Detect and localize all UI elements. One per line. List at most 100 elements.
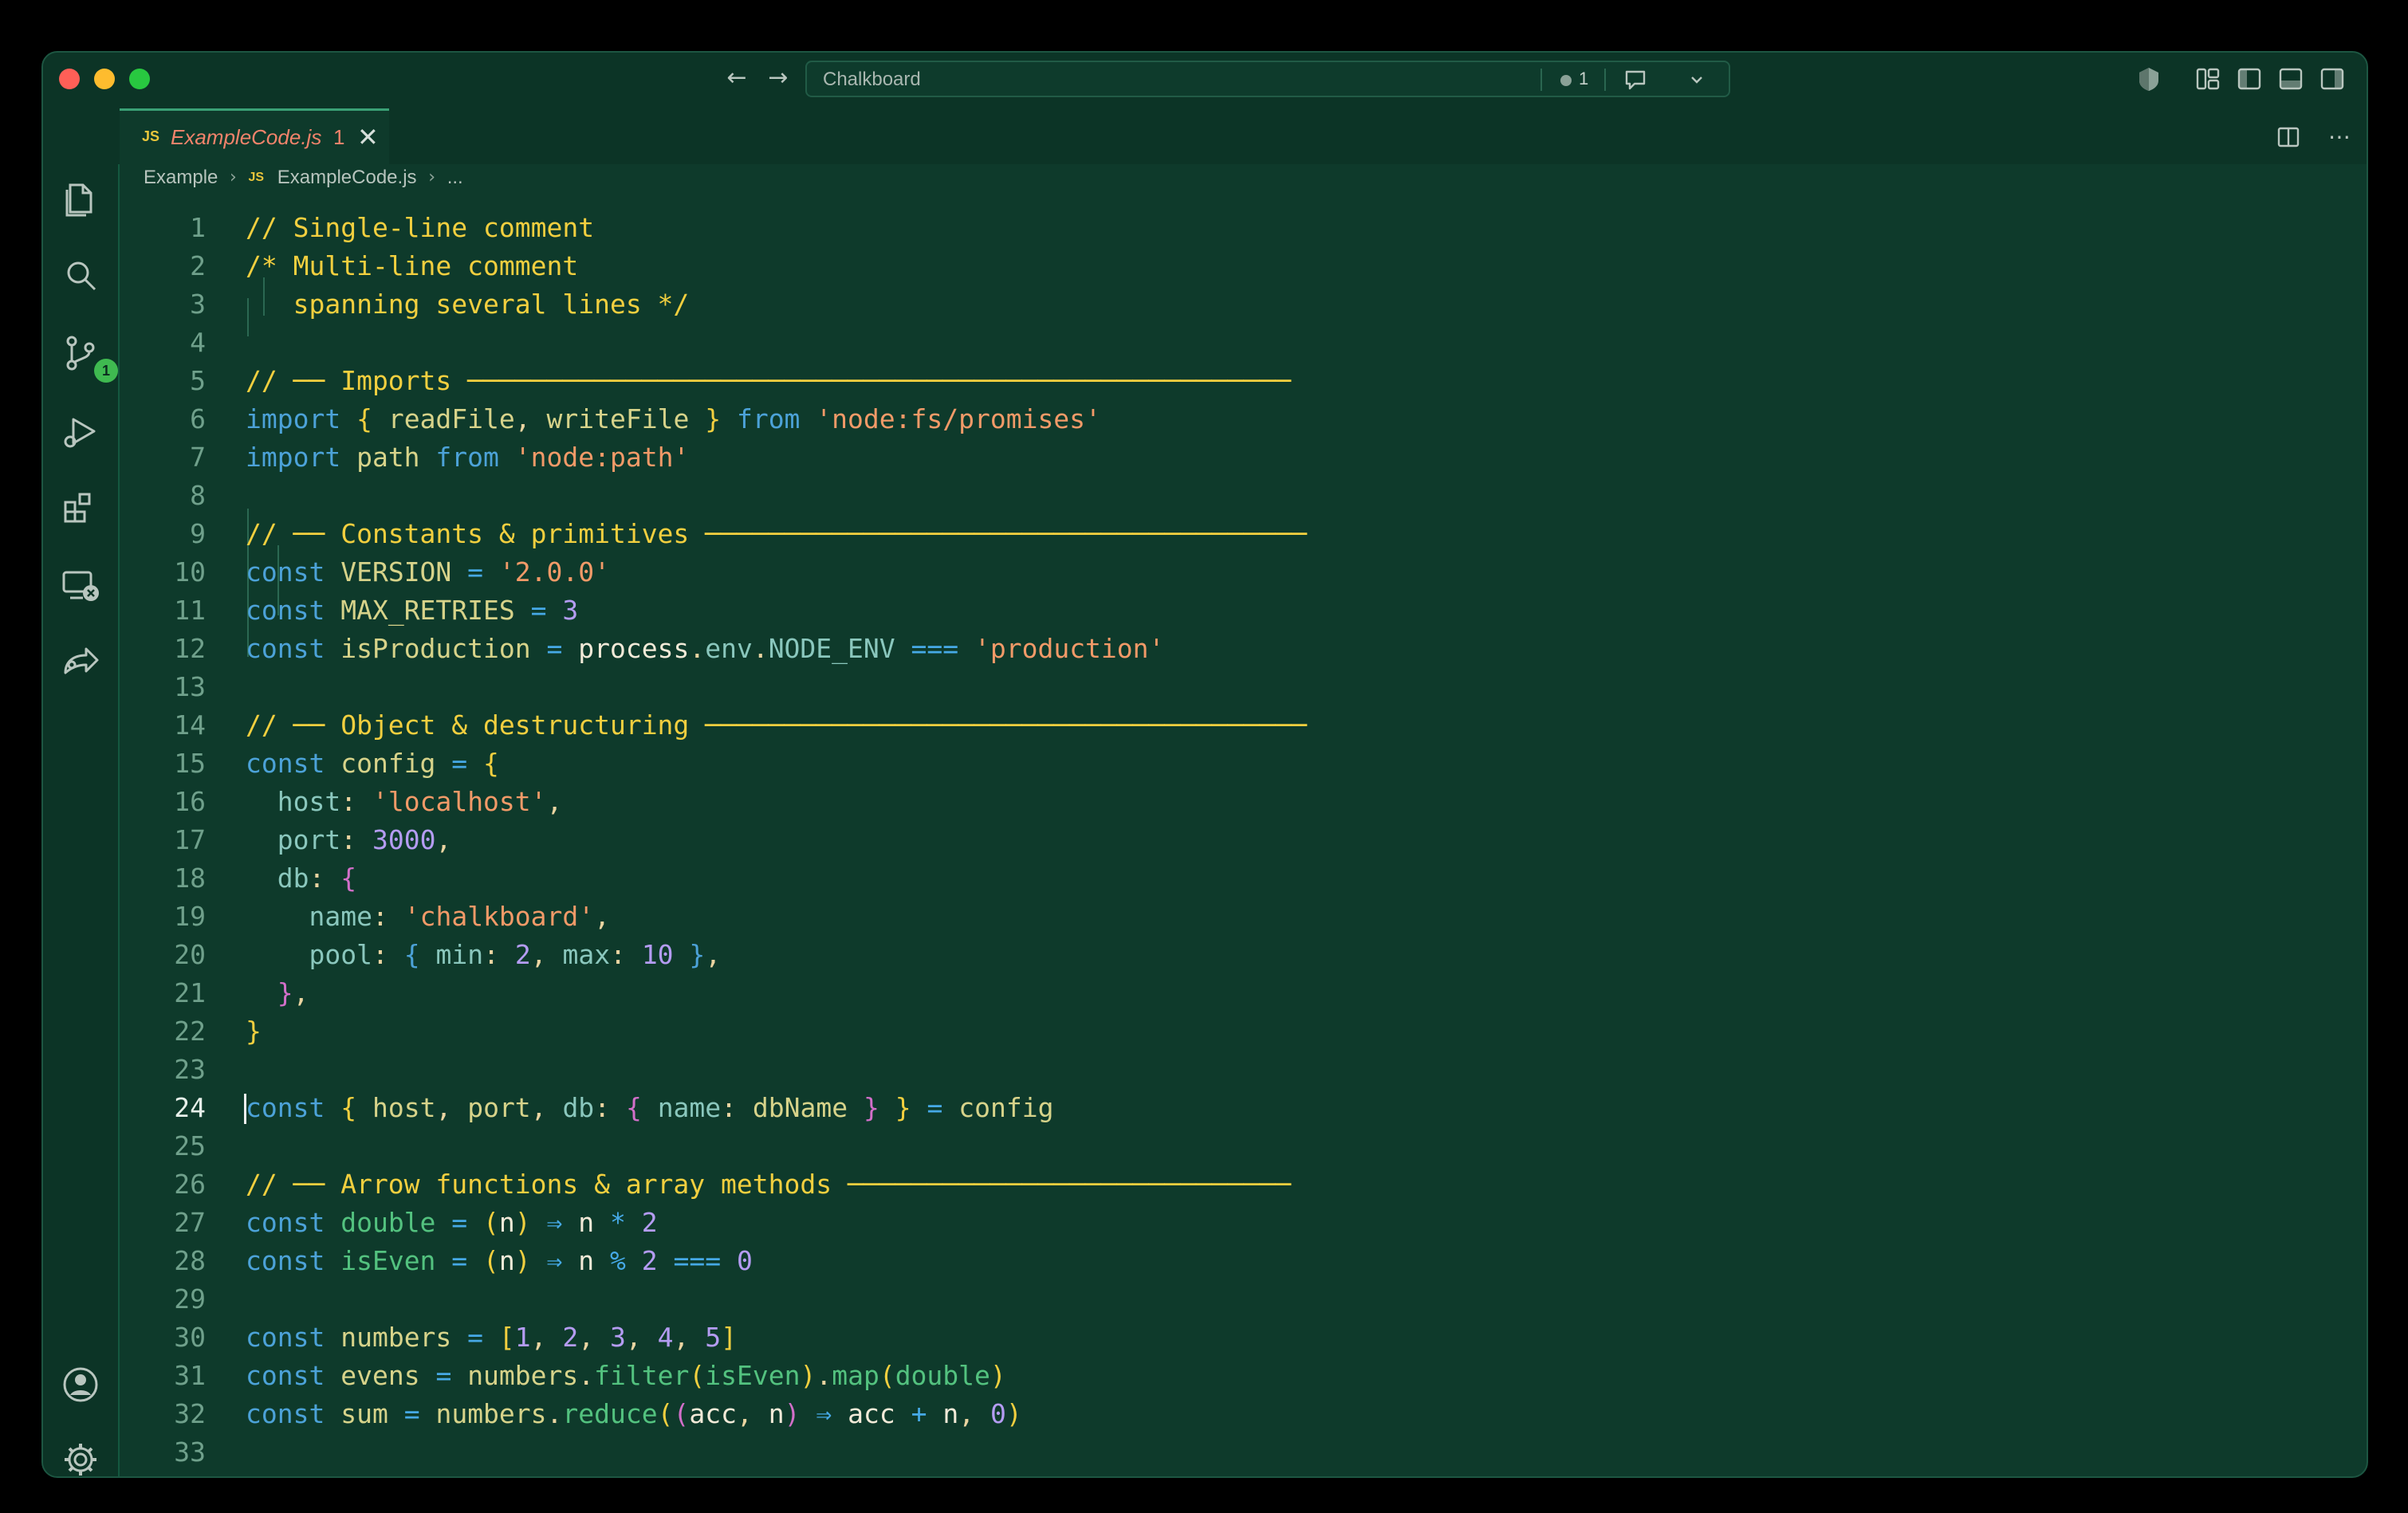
line-number: 22 — [174, 1016, 206, 1047]
code-text: import { readFile, writeFile } from 'nod… — [246, 400, 1101, 438]
code-token: acc — [689, 1398, 737, 1429]
live-share-icon[interactable] — [59, 641, 102, 684]
forward-arrow-icon[interactable]: → — [764, 64, 793, 92]
toggle-primary-sidebar-icon[interactable] — [2236, 65, 2263, 92]
code-token: sum — [340, 1398, 404, 1429]
code-token: const — [246, 556, 341, 588]
code-line[interactable]: 10 const VERSION = '2.0.0' — [120, 553, 2367, 591]
code-token: + — [911, 1398, 943, 1429]
code-text: } — [246, 1012, 262, 1051]
code-token: acc — [848, 1398, 911, 1429]
accounts-shield-icon[interactable] — [2135, 65, 2162, 92]
command-center[interactable]: Chalkboard 1 — [805, 61, 1730, 97]
code-token: host — [372, 1092, 436, 1123]
minimize-window-button[interactable] — [94, 69, 115, 89]
customize-layout-icon[interactable] — [2194, 65, 2221, 92]
breadcrumb-more[interactable]: ... — [447, 167, 463, 189]
line-number: 20 — [174, 939, 206, 970]
code-line[interactable]: 2 /* Multi-line comment — [120, 247, 2367, 285]
code-line[interactable]: 22} — [120, 1012, 2367, 1051]
breadcrumb-file[interactable]: ExampleCode.js — [277, 167, 417, 189]
code-token: = — [927, 1092, 959, 1123]
settings-icon[interactable] — [59, 1438, 102, 1476]
close-icon[interactable]: ✕ — [357, 122, 379, 152]
code-line[interactable]: 8 — [120, 477, 2367, 515]
code-line[interactable]: 1 // Single-line comment — [120, 209, 2367, 247]
code-token: } — [277, 977, 293, 1008]
code-line[interactable]: 28 const isEven = (n) ⇒ n % 2 === 0 — [120, 1242, 2367, 1280]
maximize-window-button[interactable] — [129, 69, 150, 89]
code-editor[interactable]: 1 // Single-line comment 2 /* Multi-line co… — [120, 201, 2367, 1476]
code-line[interactable]: 29 — [120, 1280, 2367, 1318]
code-token: % — [610, 1245, 642, 1276]
code-line[interactable]: 34 // ── Template literals ──────────────… — [120, 1472, 2367, 1476]
toggle-panel-icon[interactable] — [2277, 65, 2304, 92]
code-token: numbers — [340, 1322, 468, 1353]
tab-examplecode-js[interactable]: JS ExampleCode.js 1 ✕ — [120, 108, 389, 166]
line-number: 27 — [174, 1207, 206, 1238]
code-line[interactable]: 14 // ── Object & destructuring ─────────… — [120, 706, 2367, 745]
code-line[interactable]: 31 const evens = numbers.filter(isEven).m… — [120, 1357, 2367, 1395]
code-token: path — [356, 442, 436, 473]
explorer-icon[interactable] — [59, 177, 102, 220]
code-token: import — [246, 442, 357, 473]
code-line[interactable]: 21 }, — [120, 974, 2367, 1012]
accounts-icon[interactable] — [59, 1363, 102, 1406]
code-line[interactable]: 25 — [120, 1127, 2367, 1165]
code-line[interactable]: 13 — [120, 668, 2367, 706]
copilot-chat-icon[interactable] — [1623, 69, 1649, 92]
code-token: , — [435, 824, 452, 855]
line-number: 5 — [190, 365, 206, 396]
code-line[interactable]: 23 — [120, 1051, 2367, 1089]
code-line[interactable]: 16 host: 'localhost', — [120, 783, 2367, 821]
code-line[interactable]: 3 spanning several lines */ — [120, 285, 2367, 324]
code-line[interactable]: 24 const { host, port, db: { name: dbName… — [120, 1089, 2367, 1127]
code-line[interactable]: 27 const double = (n) ⇒ n * 2 — [120, 1204, 2367, 1242]
code-token: , — [530, 1092, 563, 1123]
code-line[interactable]: 12 const isProduction = process.env.NODE_… — [120, 630, 2367, 668]
code-token: . — [752, 633, 769, 664]
code-line[interactable]: 26 // ── Arrow functions & array methods … — [120, 1165, 2367, 1204]
code-token: : — [483, 939, 515, 970]
code-token: max — [562, 939, 611, 970]
back-arrow-icon[interactable]: ← — [722, 64, 751, 92]
code-text: db: { — [246, 859, 356, 898]
code-line[interactable]: 7 import path from 'node:path' — [120, 438, 2367, 477]
code-line[interactable]: 5 // ── Imports ─────────────────────────… — [120, 362, 2367, 400]
code-line[interactable]: 15 const config = { — [120, 745, 2367, 783]
line-number: 21 — [174, 977, 206, 1008]
close-window-button[interactable] — [59, 69, 80, 89]
code-token: { — [625, 1092, 658, 1123]
chevron-down-icon[interactable] — [1689, 73, 1705, 86]
code-line[interactable]: 19 name: 'chalkboard', — [120, 898, 2367, 936]
code-line[interactable]: 4 — [120, 324, 2367, 362]
split-editor-icon[interactable] — [2276, 124, 2301, 150]
search-icon[interactable] — [59, 253, 102, 297]
code-token: === — [673, 1245, 738, 1276]
extensions-icon[interactable] — [59, 486, 102, 529]
code-line[interactable]: 30 const numbers = [1, 2, 3, 4, 5] — [120, 1318, 2367, 1357]
code-line[interactable]: 6 import { readFile, writeFile } from 'no… — [120, 400, 2367, 438]
code-token: , — [546, 786, 563, 817]
code-token: filter — [594, 1360, 690, 1391]
code-line[interactable]: 18 db: { — [120, 859, 2367, 898]
code-token: double — [895, 1360, 990, 1391]
code-line[interactable]: 33 — [120, 1433, 2367, 1472]
remote-explorer-icon[interactable] — [59, 564, 102, 607]
code-line[interactable]: 20 pool: { min: 2, max: 10 }, — [120, 936, 2367, 974]
code-line[interactable]: 9 // ── Constants & primitives ──────────… — [120, 515, 2367, 553]
code-line[interactable]: 17 port: 3000, — [120, 821, 2367, 859]
code-line[interactable]: 11 const MAX_RETRIES = 3 — [120, 591, 2367, 630]
source-control-icon[interactable]: 1 — [59, 332, 118, 383]
run-debug-icon[interactable] — [59, 410, 102, 453]
code-token: . — [816, 1360, 832, 1391]
code-token: ⇒ — [546, 1207, 579, 1238]
code-token: n — [498, 1245, 515, 1276]
code-token: VERSION — [340, 556, 468, 588]
breadcrumb-folder[interactable]: Example — [144, 167, 218, 189]
code-line[interactable]: 32 const sum = numbers.reduce((acc, n) ⇒ … — [120, 1395, 2367, 1433]
toggle-secondary-sidebar-icon[interactable] — [2319, 65, 2346, 92]
more-actions-icon[interactable]: ⋯ — [2328, 124, 2351, 150]
